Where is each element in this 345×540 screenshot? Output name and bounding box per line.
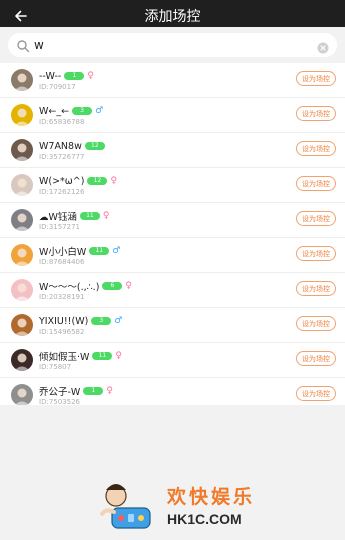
list-item: W(>*ω^) 12 ♀ ID:17262126 设为场控 <box>0 168 345 203</box>
name-line: W小小白W 11 ♂ <box>39 245 121 258</box>
watermark-en: HK1C.COM <box>167 511 242 527</box>
name-line: YIXIU!!(W) 3 ♂ <box>39 315 122 327</box>
gender-icon: ♂ <box>112 246 121 256</box>
search-input[interactable] <box>34 35 314 55</box>
level-badge: 11 <box>92 352 113 360</box>
gender-icon: ♂ <box>95 106 104 116</box>
user-nickname: W(>*ω^) <box>39 175 85 187</box>
gender-icon: ♂ <box>114 316 123 326</box>
name-line: W(>*ω^) 12 ♀ <box>39 175 117 187</box>
level-badge: 3 <box>91 317 112 325</box>
watermark-logo-icon <box>100 484 151 529</box>
user-nickname: W7AN8w <box>39 140 82 152</box>
list-item: --W-- 1 ♀ ID:709017 设为场控 <box>0 63 345 98</box>
avatar[interactable] <box>11 174 33 196</box>
user-id: ID:3157271 <box>39 223 80 231</box>
list-item: 倾如假玉·W 11 ♀ ID:75807 设为场控 <box>0 343 345 378</box>
avatar[interactable] <box>11 314 33 336</box>
avatar[interactable] <box>11 104 33 126</box>
user-nickname: W小小白W <box>39 247 87 258</box>
set-moderator-button[interactable]: 设为场控 <box>296 386 336 401</box>
list-item: W7AN8w 12 ID:35726777 设为场控 <box>0 133 345 168</box>
top-bar: 添加场控 <box>0 5 345 27</box>
search-box[interactable] <box>8 33 337 57</box>
level-badge: 1 <box>64 72 85 80</box>
user-nickname: 乔公子-W <box>39 387 81 398</box>
watermark: 欢快娱乐 HK1C.COM <box>92 478 262 536</box>
watermark-cn: 欢快娱乐 <box>167 486 256 508</box>
user-nickname: W～～～(.,∴.) <box>39 282 100 293</box>
gender-icon: ♀ <box>125 281 133 291</box>
level-badge: 1 <box>83 387 104 395</box>
user-id: ID:87684406 <box>39 258 85 266</box>
user-id: ID:15496582 <box>39 328 85 336</box>
name-line: W7AN8w 12 <box>39 140 108 152</box>
name-line: 倾如假玉·W 11 ♀ <box>39 350 123 363</box>
user-list: --W-- 1 ♀ ID:709017 设为场控 W←_← 3 ♂ ID:65836788 设为场… <box>0 63 345 413</box>
name-line: --W-- 1 ♀ <box>39 70 94 82</box>
name-line: W←_← 3 ♂ <box>39 105 103 117</box>
level-badge: 12 <box>87 177 108 185</box>
avatar[interactable] <box>11 384 33 406</box>
name-line: W～～～(.,∴.) 6 ♀ <box>39 280 133 293</box>
user-nickname: YIXIU!!(W) <box>39 315 89 327</box>
name-line: ☁W钰涵 11 ♀ <box>39 210 110 223</box>
user-id: ID:35726777 <box>39 153 85 161</box>
avatar[interactable] <box>11 349 33 371</box>
user-nickname: 倾如假玉·W <box>39 352 90 363</box>
set-moderator-button[interactable]: 设为场控 <box>296 351 336 366</box>
level-badge: 11 <box>89 247 110 255</box>
gender-icon: ♀ <box>115 351 123 361</box>
avatar[interactable] <box>11 139 33 161</box>
user-id: ID:75807 <box>39 363 72 371</box>
gender-icon: ♀ <box>102 211 110 221</box>
set-moderator-button[interactable]: 设为场控 <box>296 141 336 156</box>
level-badge: 11 <box>79 212 100 220</box>
set-moderator-button[interactable]: 设为场控 <box>296 246 336 261</box>
user-nickname: --W-- <box>39 70 62 82</box>
user-id: ID:709017 <box>39 83 76 91</box>
set-moderator-button[interactable]: 设为场控 <box>296 176 336 191</box>
user-id: ID:17262126 <box>39 188 85 196</box>
set-moderator-button[interactable]: 设为场控 <box>296 211 336 226</box>
avatar[interactable] <box>11 69 33 91</box>
search-area <box>0 27 345 63</box>
user-id: ID:65836788 <box>39 118 85 126</box>
user-nickname: W←_← <box>39 105 70 117</box>
list-item: W←_← 3 ♂ ID:65836788 设为场控 <box>0 98 345 133</box>
set-moderator-button[interactable]: 设为场控 <box>296 106 336 121</box>
list-item: W小小白W 11 ♂ ID:87684406 设为场控 <box>0 238 345 273</box>
set-moderator-button[interactable]: 设为场控 <box>296 316 336 331</box>
level-badge: 12 <box>84 142 105 150</box>
set-moderator-button[interactable]: 设为场控 <box>296 281 336 296</box>
avatar[interactable] <box>11 279 33 301</box>
gender-icon: ♀ <box>87 71 94 81</box>
list-item: W～～～(.,∴.) 6 ♀ ID:20328191 设为场控 <box>0 273 345 308</box>
avatar[interactable] <box>11 209 33 231</box>
set-moderator-button[interactable]: 设为场控 <box>296 71 336 86</box>
avatar[interactable] <box>11 244 33 266</box>
name-line: 乔公子-W 1 ♀ <box>39 385 113 398</box>
clear-icon[interactable] <box>317 39 329 54</box>
list-item: ☁W钰涵 11 ♀ ID:3157271 设为场控 <box>0 203 345 238</box>
user-nickname: ☁W钰涵 <box>39 212 77 223</box>
level-badge: 6 <box>102 282 123 290</box>
gender-icon: ♀ <box>110 176 118 186</box>
list-item: YIXIU!!(W) 3 ♂ ID:15496582 设为场控 <box>0 308 345 343</box>
gender-icon: ♀ <box>106 386 113 396</box>
search-icon <box>16 38 30 53</box>
user-id: ID:20328191 <box>39 293 85 301</box>
page-title: 添加场控 <box>144 9 201 25</box>
level-badge: 3 <box>72 107 93 115</box>
arrow-left-icon[interactable] <box>12 7 30 25</box>
